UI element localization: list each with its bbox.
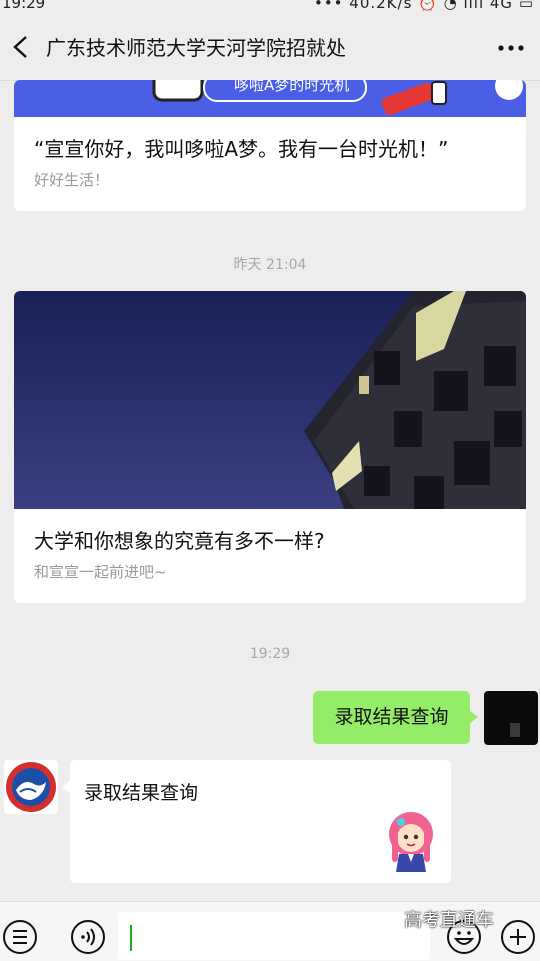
text-cursor	[130, 925, 132, 951]
article-card-1[interactable]: 哆啦A梦的时光机 “宣宣你好，我叫哆啦A梦。我有一台时光机！” 好好生活！	[14, 80, 526, 211]
timestamp: 昨天 21:04	[233, 257, 307, 273]
more-options-icon[interactable]	[496, 36, 526, 60]
article-cover-image	[14, 291, 526, 509]
incoming-message-bubble[interactable]: 录取结果查询	[62, 760, 451, 883]
add-more-icon[interactable]	[500, 919, 536, 955]
timestamp: 19:29	[249, 646, 291, 662]
status-time: 19:29	[2, 0, 46, 12]
article-subtitle: 和宣宣一起前进吧~	[34, 563, 167, 581]
school-logo-icon	[6, 762, 56, 812]
watermark-text: 高考直通车	[404, 910, 494, 931]
chat-title: 广东技术师范大学天河学院招就处	[46, 36, 346, 60]
message-input[interactable]	[118, 912, 430, 960]
article-banner-image: 哆啦A梦的时光机	[14, 80, 526, 117]
article-title: 大学和你想象的究竟有多不一样?	[34, 529, 325, 553]
status-icons: ••• 40.2K/s ⏰ ◔ ıııl 4G ▭	[313, 0, 534, 12]
outgoing-message-bubble[interactable]: 录取结果查询	[313, 691, 478, 744]
message-text: 录取结果查询	[84, 782, 199, 804]
article-title: “宣宣你好，我叫哆啦A梦。我有一台时光机！”	[34, 137, 449, 161]
cartoon-girl-sticker	[389, 812, 433, 872]
menu-list-icon[interactable]	[2, 919, 38, 955]
my-avatar[interactable]	[484, 691, 538, 745]
status-bar: 19:29 ••• 40.2K/s ⏰ ◔ ıııl 4G ▭	[0, 0, 540, 14]
message-text: 录取结果查询	[334, 706, 449, 728]
account-avatar[interactable]	[4, 760, 58, 814]
back-arrow-icon[interactable]	[10, 34, 32, 60]
banner-text: 哆啦A梦的时光机	[234, 80, 350, 94]
chat-header: 广东技术师范大学天河学院招就处	[0, 14, 540, 81]
article-card-2[interactable]: 大学和你想象的究竟有多不一样? 和宣宣一起前进吧~	[14, 291, 526, 603]
article-subtitle: 好好生活！	[34, 171, 110, 189]
voice-input-icon[interactable]	[70, 919, 106, 955]
